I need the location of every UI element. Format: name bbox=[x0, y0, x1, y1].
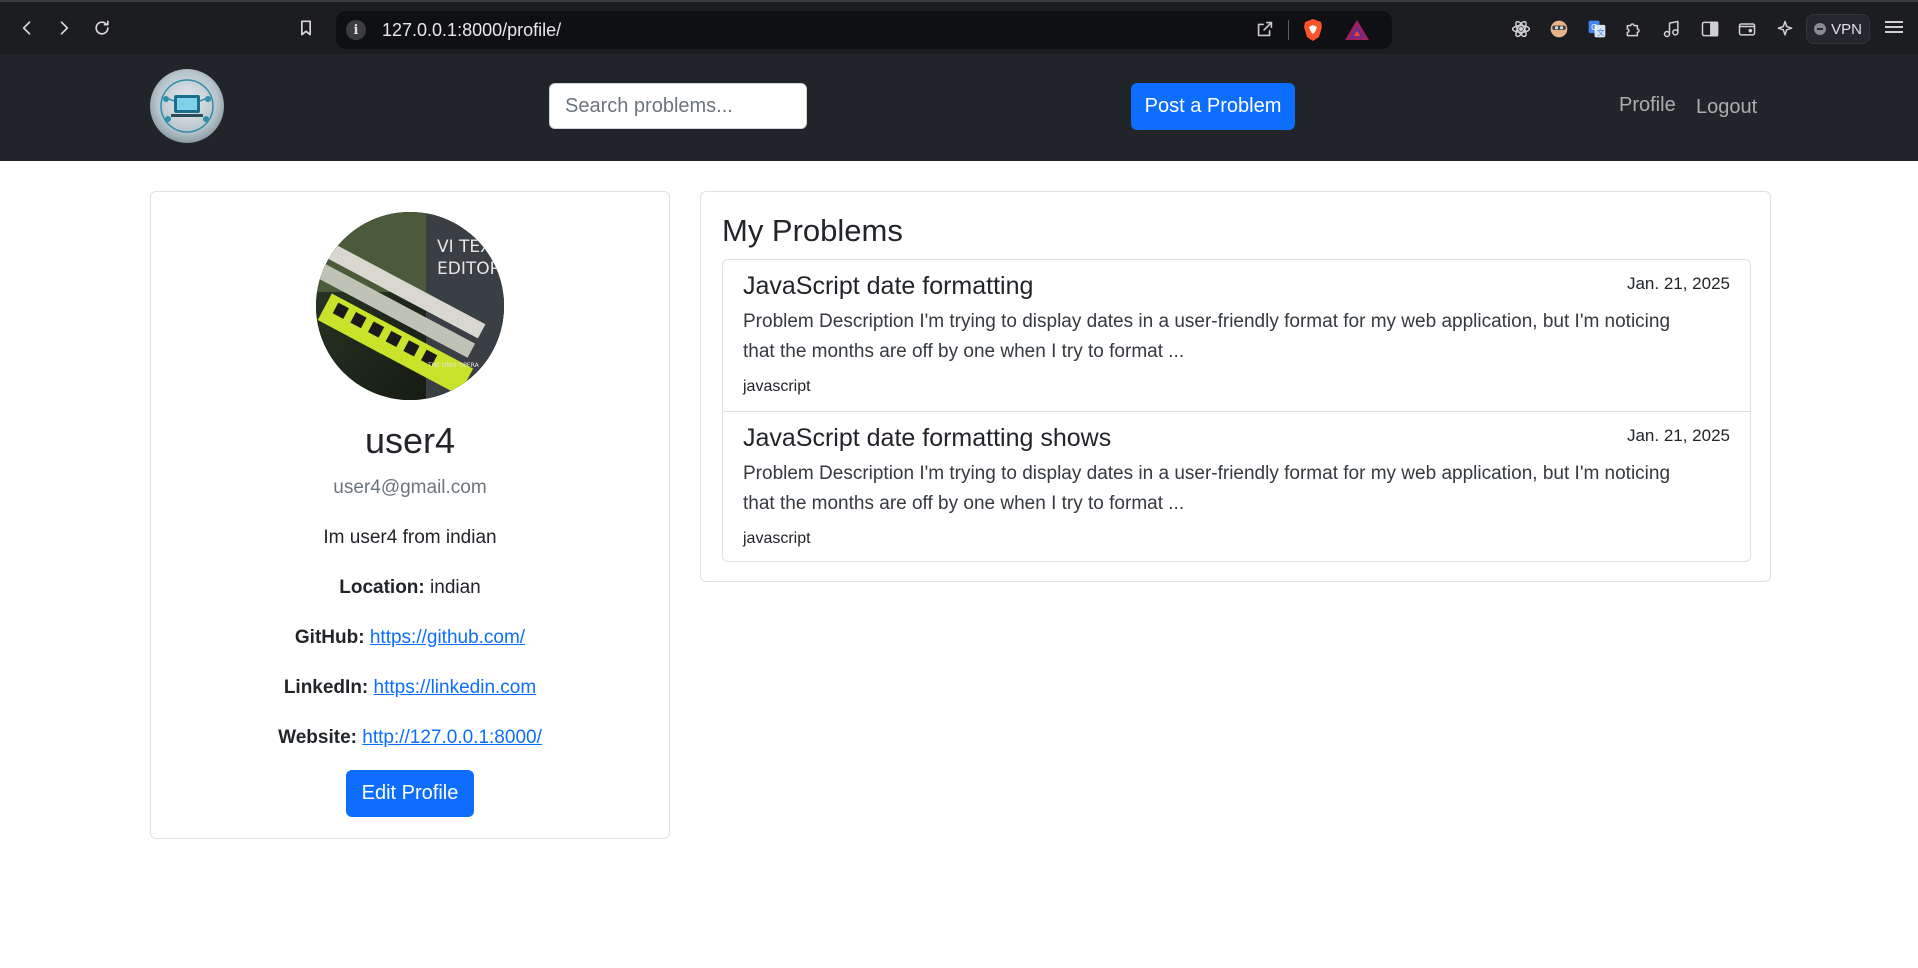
edit-profile-button[interactable]: Edit Profile bbox=[346, 770, 474, 817]
brave-shield-icon[interactable] bbox=[1302, 18, 1324, 42]
problem-date: Jan. 21, 2025 bbox=[1626, 426, 1730, 445]
site-logo[interactable] bbox=[150, 69, 224, 143]
address-bar[interactable]: i 127.0.0.1:8000/profile/ bbox=[336, 11, 1392, 49]
post-problem-button[interactable]: Post a Problem bbox=[1131, 83, 1295, 130]
forward-icon[interactable] bbox=[50, 14, 78, 42]
profile-email: user4@gmail.com bbox=[333, 477, 487, 498]
avatar-text-2: EDITOR bbox=[437, 259, 502, 279]
sidebar-icon[interactable] bbox=[1698, 17, 1722, 41]
share-icon[interactable] bbox=[1254, 18, 1278, 42]
location-label: Location: bbox=[339, 577, 425, 598]
website-link[interactable]: http://127.0.0.1:8000/ bbox=[362, 727, 542, 748]
sparkle-icon[interactable] bbox=[1773, 17, 1797, 41]
profile-website: Website: http://127.0.0.1:8000/ bbox=[151, 727, 669, 749]
reload-icon[interactable] bbox=[88, 14, 116, 42]
puzzle-icon[interactable] bbox=[1622, 17, 1646, 41]
translate-icon[interactable]: G文 bbox=[1585, 17, 1609, 41]
my-problems-card: My Problems JavaScript date formatting J… bbox=[700, 191, 1771, 582]
github-label: GitHub: bbox=[294, 627, 365, 648]
react-icon[interactable] bbox=[1509, 17, 1533, 41]
face-icon[interactable] bbox=[1547, 17, 1571, 41]
location-value: indian bbox=[430, 577, 481, 598]
profile-username: user4 bbox=[364, 420, 456, 461]
divider bbox=[1288, 20, 1289, 40]
url-text[interactable]: 127.0.0.1:8000/profile/ bbox=[382, 20, 561, 41]
wallet-icon[interactable] bbox=[1735, 17, 1759, 41]
profile-github: GitHub: https://github.com/ bbox=[151, 627, 669, 649]
profile-bio: Im user4 from indian bbox=[323, 527, 497, 548]
back-icon[interactable] bbox=[13, 14, 41, 42]
search-input[interactable] bbox=[549, 83, 807, 129]
problem-description: Problem Description I'm trying to displa… bbox=[743, 463, 1671, 514]
problem-title: JavaScript date formatting shows bbox=[743, 424, 1112, 452]
profile-linkedin: LinkedIn: https://linkedin.com bbox=[151, 677, 669, 699]
site-info-icon[interactable]: i bbox=[346, 20, 366, 40]
nav-logout-link[interactable]: Logout bbox=[1696, 96, 1757, 119]
problem-tag: javascript bbox=[743, 530, 811, 547]
problem-item[interactable]: JavaScript date formatting Jan. 21, 2025… bbox=[723, 260, 1750, 411]
problem-description: Problem Description I'm trying to displa… bbox=[743, 311, 1671, 362]
rewards-icon[interactable] bbox=[1344, 19, 1370, 41]
problem-date: Jan. 21, 2025 bbox=[1626, 274, 1730, 293]
vpn-button[interactable]: VPN bbox=[1806, 14, 1870, 44]
website-label: Website: bbox=[278, 727, 357, 748]
avatar-text-3: THE UNIX OPERA bbox=[427, 362, 480, 369]
avatar-text-1: VI TEX bbox=[437, 237, 492, 257]
vpn-status-icon bbox=[1814, 23, 1827, 35]
bookmark-icon[interactable] bbox=[292, 14, 320, 42]
linkedin-link[interactable]: https://linkedin.com bbox=[374, 677, 537, 698]
github-link[interactable]: https://github.com/ bbox=[370, 627, 525, 648]
site-navbar: Post a Problem Profile Logout bbox=[0, 54, 1918, 161]
linkedin-label: LinkedIn: bbox=[283, 677, 369, 698]
problems-heading: My Problems bbox=[722, 213, 903, 248]
music-icon[interactable] bbox=[1660, 17, 1684, 41]
menu-icon[interactable] bbox=[1884, 18, 1904, 38]
problem-item[interactable]: JavaScript date formatting shows Jan. 21… bbox=[723, 411, 1750, 562]
browser-toolbar: i 127.0.0.1:8000/profile/ G文 VPN bbox=[0, 0, 1918, 54]
problem-tag: javascript bbox=[743, 378, 811, 395]
profile-card: VI TEX EDITOR THE UNIX OPERA user4 user4… bbox=[150, 191, 670, 839]
vpn-label: VPN bbox=[1831, 20, 1862, 38]
problem-list: JavaScript date formatting Jan. 21, 2025… bbox=[722, 259, 1751, 562]
profile-location: Location: indian bbox=[151, 577, 669, 599]
problem-title: JavaScript date formatting bbox=[743, 272, 1034, 300]
nav-profile-link[interactable]: Profile bbox=[1619, 94, 1676, 117]
svg-text:文: 文 bbox=[1597, 27, 1605, 37]
avatar: VI TEX EDITOR THE UNIX OPERA bbox=[316, 212, 504, 400]
